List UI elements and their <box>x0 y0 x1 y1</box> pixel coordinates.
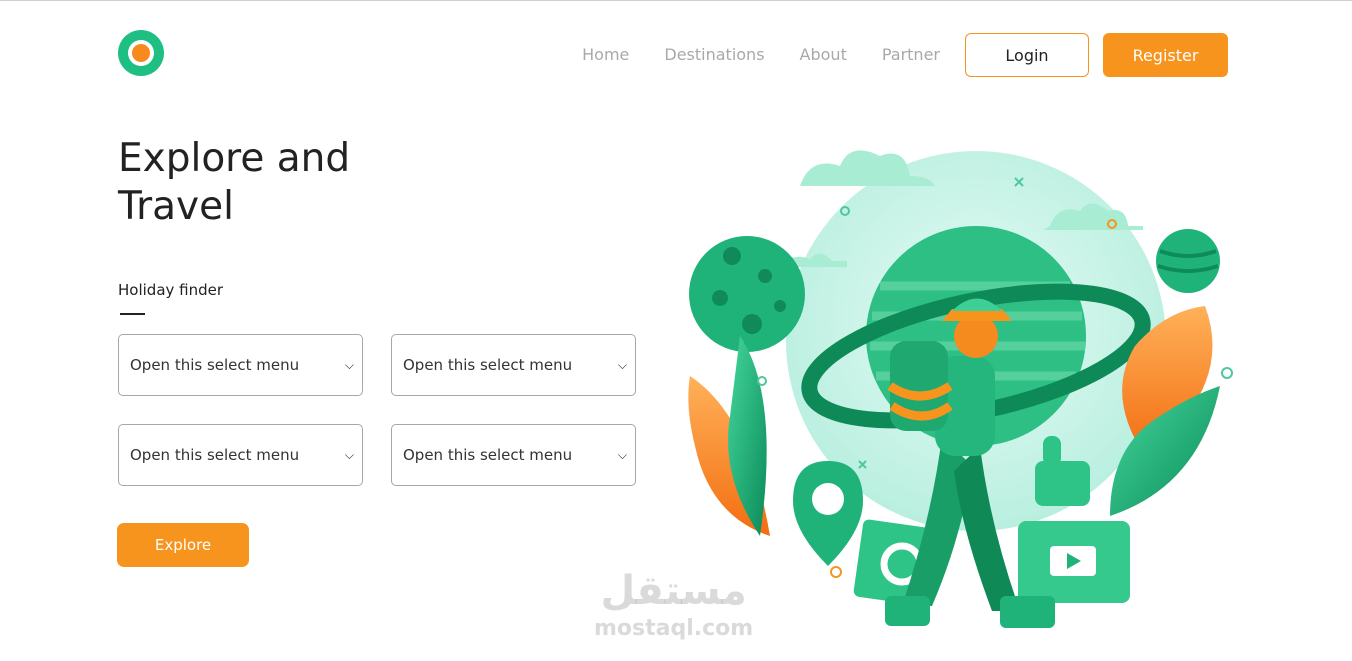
holiday-finder-label: Holiday finder <box>118 281 224 299</box>
select-menu-3[interactable]: Open this select menu ⌵ <box>118 424 363 486</box>
logo[interactable] <box>118 30 164 76</box>
chevron-down-icon: ⌵ <box>344 447 354 462</box>
select-menu-2[interactable]: Open this select menu ⌵ <box>391 334 636 396</box>
select-menu-4[interactable]: Open this select menu ⌵ <box>391 424 636 486</box>
watermark: مستقل mostaql.com <box>594 566 753 642</box>
nav-home-link[interactable]: Home <box>582 33 629 77</box>
nav-partner-link[interactable]: Partner <box>882 33 940 77</box>
page-title: Explore and Travel <box>118 135 378 231</box>
select-menu-1[interactable]: Open this select menu ⌵ <box>118 334 363 396</box>
holiday-finder-underline <box>120 313 145 315</box>
select-menu-3-value: Open this select menu <box>130 446 300 464</box>
nav-destinations-link[interactable]: Destinations <box>664 33 764 77</box>
page-title-line-2: Travel <box>118 184 234 229</box>
chevron-down-icon: ⌵ <box>617 447 627 462</box>
login-button[interactable]: Login <box>965 33 1089 77</box>
explore-button[interactable]: Explore <box>117 523 249 567</box>
watermark-latin: mostaql.com <box>594 616 754 641</box>
nav-about-link[interactable]: About <box>800 33 847 77</box>
chevron-down-icon: ⌵ <box>344 357 354 372</box>
page-title-line-1: Explore and <box>118 136 351 181</box>
logo-ring-icon <box>128 40 154 66</box>
select-menu-1-value: Open this select menu <box>130 356 300 374</box>
register-button[interactable]: Register <box>1103 33 1228 77</box>
select-menu-2-value: Open this select menu <box>403 356 573 374</box>
logo-dot <box>132 44 150 62</box>
select-menu-4-value: Open this select menu <box>403 446 573 464</box>
traveler-planet-illustration <box>688 150 1233 628</box>
main-nav: Home Destinations About Partner Login Re… <box>582 33 1228 77</box>
chevron-down-icon: ⌵ <box>617 357 627 372</box>
watermark-arabic: مستقل <box>600 568 747 614</box>
